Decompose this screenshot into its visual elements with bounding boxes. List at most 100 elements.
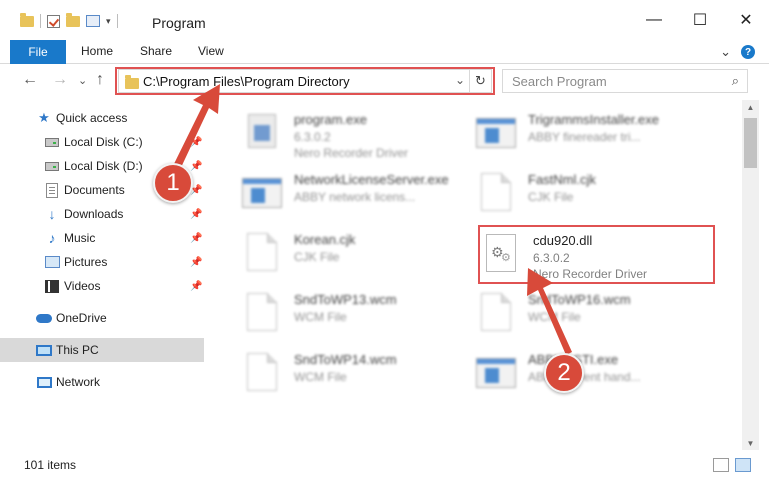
star-icon: ★ <box>38 110 50 125</box>
file-version: 6.3.0.2 <box>533 251 570 265</box>
sidebar-item-label: Quick access <box>56 111 128 125</box>
file-name: SndToWP16.wcm <box>528 292 631 307</box>
recent-locations-button[interactable]: ⌄ <box>78 74 87 87</box>
file-icon <box>247 233 277 271</box>
search-box[interactable]: Search Program ⌕ <box>502 69 748 93</box>
properties-check-icon[interactable] <box>47 14 60 28</box>
expand-ribbon-icon[interactable]: ⌄ <box>720 44 731 60</box>
window-controls: — ☐ ✕ <box>631 0 769 40</box>
ribbon-right-controls: ⌄ ? <box>720 44 755 60</box>
sidebar-item-videos[interactable]: Videos 📌 <box>0 274 204 298</box>
close-button[interactable]: ✕ <box>723 0 769 40</box>
search-input[interactable]: Search Program <box>512 74 607 89</box>
quick-access-toolbar: ▾ <box>20 12 118 28</box>
sidebar-item-network[interactable]: Network <box>0 370 204 394</box>
pin-icon[interactable]: 📌 <box>190 161 202 172</box>
computer-icon <box>36 344 52 356</box>
file-detail: WCM File <box>294 310 347 324</box>
tab-share[interactable]: Share <box>140 44 172 58</box>
customize-toolbar-icon[interactable]: ▾ <box>106 16 111 27</box>
scroll-up-icon[interactable]: ▲ <box>742 100 759 114</box>
sidebar-item-label: Music <box>64 231 96 245</box>
file-name: Korean.cjk <box>294 232 356 247</box>
file-icon <box>247 353 277 391</box>
minimize-button[interactable]: — <box>631 0 677 40</box>
file-item[interactable]: SndToWP16.wcm WCM File <box>454 284 694 344</box>
address-path[interactable]: C:\Program Files\Program Directory <box>143 74 350 89</box>
file-detail: ABBY network licens... <box>294 190 416 204</box>
title-bar: ▾ Program — ☐ ✕ <box>0 0 769 40</box>
sidebar-item-onedrive[interactable]: OneDrive <box>0 306 204 330</box>
details-view-icon[interactable] <box>713 458 729 472</box>
file-item[interactable]: SndToWP13.wcm WCM File <box>220 284 460 344</box>
sidebar-item-quick-access[interactable]: ★ Quick access <box>0 106 204 130</box>
sidebar-item-label: Pictures <box>64 255 108 269</box>
file-name: FastNml.cjk <box>528 172 596 187</box>
sidebar-item-this-pc[interactable]: This PC <box>0 338 204 362</box>
large-icons-view-icon[interactable] <box>735 458 751 472</box>
new-folder-icon[interactable] <box>66 12 80 27</box>
help-icon[interactable]: ? <box>741 45 755 59</box>
back-button[interactable]: ← <box>22 71 38 89</box>
file-item[interactable]: FastNml.cjk CJK File <box>454 164 694 224</box>
pin-icon[interactable]: 📌 <box>190 281 202 292</box>
sidebar-item-pictures[interactable]: Pictures 📌 <box>0 250 204 274</box>
app-icon <box>242 178 282 208</box>
file-item-cdu920-dll[interactable]: cdu920.dll 6.3.0.2 Nero Recorder Driver <box>459 225 699 285</box>
folder-icon <box>20 12 34 27</box>
pin-icon[interactable]: 📌 <box>190 257 202 268</box>
file-detail: ABBY finereader tri... <box>528 130 641 144</box>
maximize-button[interactable]: ☐ <box>677 0 723 40</box>
file-description: Nero Recorder Driver <box>294 146 409 160</box>
ribbon-tabs: File Home Share View ⌄ ? <box>0 40 769 64</box>
vertical-scrollbar[interactable]: ▲ ▼ <box>742 100 759 450</box>
file-icon <box>247 293 277 331</box>
file-item[interactable]: Korean.cjk CJK File <box>220 224 460 284</box>
sidebar-item-label: Downloads <box>64 207 124 221</box>
file-detail: WCM File <box>294 370 347 384</box>
forward-button[interactable]: → <box>52 71 68 89</box>
up-button[interactable]: ↑ <box>96 71 104 89</box>
address-dropdown-icon[interactable]: ⌄ <box>455 73 465 87</box>
tab-view[interactable]: View <box>198 44 224 58</box>
scrollbar-thumb[interactable] <box>744 118 757 168</box>
file-description: Nero Recorder Driver <box>533 267 648 281</box>
refresh-button[interactable]: ↻ <box>469 70 491 92</box>
tab-file[interactable]: File <box>10 40 66 64</box>
scroll-down-icon[interactable]: ▼ <box>742 436 759 450</box>
sidebar-item-music[interactable]: ♪ Music 📌 <box>0 226 204 250</box>
app-icon <box>476 118 516 148</box>
pin-icon[interactable]: 📌 <box>190 233 202 244</box>
file-item[interactable]: SndToWP14.wcm WCM File <box>220 344 460 404</box>
pictures-icon <box>44 256 60 268</box>
address-bar[interactable]: C:\Program Files\Program Directory ⌄ ↻ <box>118 69 492 93</box>
folder-icon <box>125 75 139 89</box>
pin-icon[interactable]: 📌 <box>190 137 202 148</box>
file-item[interactable]: program.exe 6.3.0.2 Nero Recorder Driver <box>220 104 460 164</box>
pin-icon[interactable]: 📌 <box>190 209 202 220</box>
file-icon <box>481 173 511 211</box>
sidebar-item-local-disk-c[interactable]: Local Disk (C:) 📌 <box>0 130 204 154</box>
sidebar-item-label: Network <box>56 375 101 389</box>
file-name: SndToWP14.wcm <box>294 352 397 367</box>
file-detail: WCM File <box>528 310 581 324</box>
exe-icon <box>248 114 276 148</box>
dll-file-icon <box>486 234 516 272</box>
callout-badge-1: 1 <box>153 163 193 203</box>
file-detail: CJK File <box>528 190 574 204</box>
app-icon <box>476 358 516 388</box>
file-detail: 6.3.0.2 <box>294 130 331 144</box>
status-bar: 101 items <box>0 450 769 490</box>
file-item[interactable]: TrigrammsInstaller.exe ABBY finereader t… <box>454 104 694 164</box>
sidebar-item-label: This PC <box>56 343 99 357</box>
window-title: Program <box>152 15 206 31</box>
file-icon <box>481 293 511 331</box>
sidebar-item-label: OneDrive <box>56 311 107 325</box>
search-icon[interactable]: ⌕ <box>732 73 739 89</box>
disk-icon <box>45 137 59 147</box>
tab-home[interactable]: Home <box>81 44 113 58</box>
file-detail: CJK File <box>294 250 340 264</box>
file-item[interactable]: NetworkLicenseServer.exe ABBY network li… <box>220 164 460 224</box>
properties-icon[interactable] <box>86 15 100 27</box>
sidebar-item-downloads[interactable]: ↓ Downloads 📌 <box>0 202 204 226</box>
